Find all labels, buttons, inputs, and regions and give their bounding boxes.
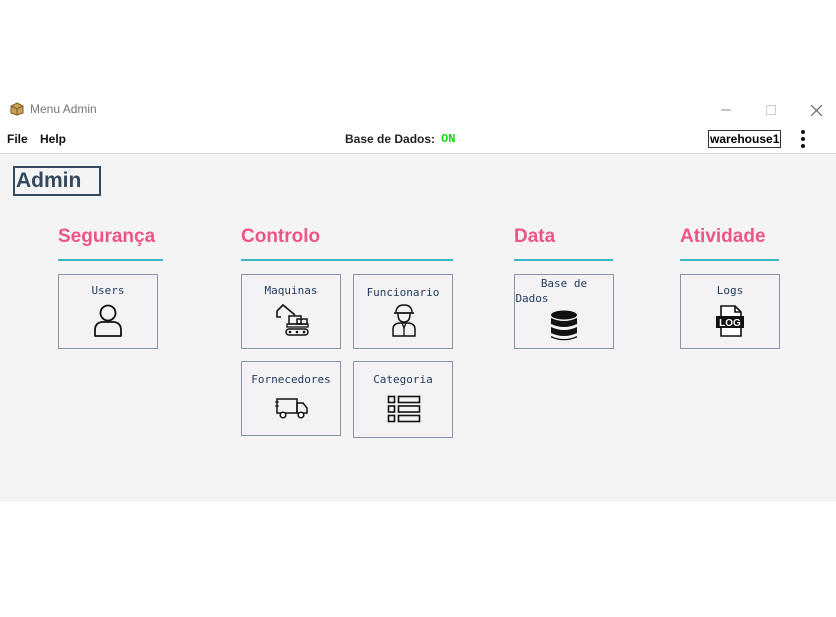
section-title-controlo: Controlo [241,226,321,247]
title-bar: Menu Admin [0,95,836,124]
maximize-icon [766,105,776,115]
app-box-icon [10,102,24,116]
close-button[interactable] [796,97,836,123]
funcionario-tile-button[interactable]: Funcionario [353,274,453,349]
minimize-button[interactable] [706,97,746,123]
database-status-label: Base de Dados: [345,132,436,146]
worker-icon [392,304,416,337]
menu-bar: File Help Base de Dados: ON warehouse1 [0,124,836,154]
excavator-icon [276,303,309,336]
categoria-tile-button[interactable]: Categoria [353,361,453,438]
menu-help[interactable]: Help [40,132,66,146]
section-title-data: Data [514,226,556,247]
maquinas-tile-button[interactable]: Maquinas [241,274,341,349]
users-tile-label: Users [91,284,125,297]
admin-window: Menu Admin File Help Base de Dados: ON w… [0,95,836,502]
log-icon-text: LOG [719,318,741,329]
categoria-tile-label: Categoria [373,373,433,386]
base-de-dados-tile-button[interactable]: Base de Dados [514,274,614,349]
list-icon [387,395,421,423]
logs-tile-button[interactable]: Logs LOG [680,274,780,349]
section-divider-data [514,259,613,261]
maquinas-tile-label: Maquinas [264,284,318,297]
minimize-icon [721,109,731,111]
section-title-seguranca: Segurança [58,226,156,247]
section-divider-seguranca [58,259,163,261]
section-divider-atividade [680,259,779,261]
section-title-atividade: Atividade [680,226,766,247]
users-tile-button[interactable]: Users [58,274,158,349]
page-title: Admin [13,166,101,196]
database-status-value: ON [441,132,456,146]
menu-file[interactable]: File [7,132,28,146]
base-de-dados-tile-label-line1: Base de [540,277,588,290]
truck-icon [275,398,308,419]
fornecedores-tile-label: Fornecedores [251,373,331,386]
section-divider-controlo [241,259,453,261]
close-icon [810,104,822,116]
funcionario-tile-label: Funcionario [366,286,440,299]
fornecedores-tile-button[interactable]: Fornecedores [241,361,341,436]
user-icon [94,304,122,337]
database-icon [551,310,577,341]
window-title: Menu Admin [30,102,97,116]
base-de-dados-tile-label-line2: Dados [515,292,549,305]
more-vert-icon[interactable] [795,130,811,148]
current-user-field[interactable]: warehouse1 [708,130,782,148]
log-file-icon: LOG [716,305,744,337]
maximize-button[interactable] [751,97,791,123]
logs-tile-label: Logs [716,284,744,297]
